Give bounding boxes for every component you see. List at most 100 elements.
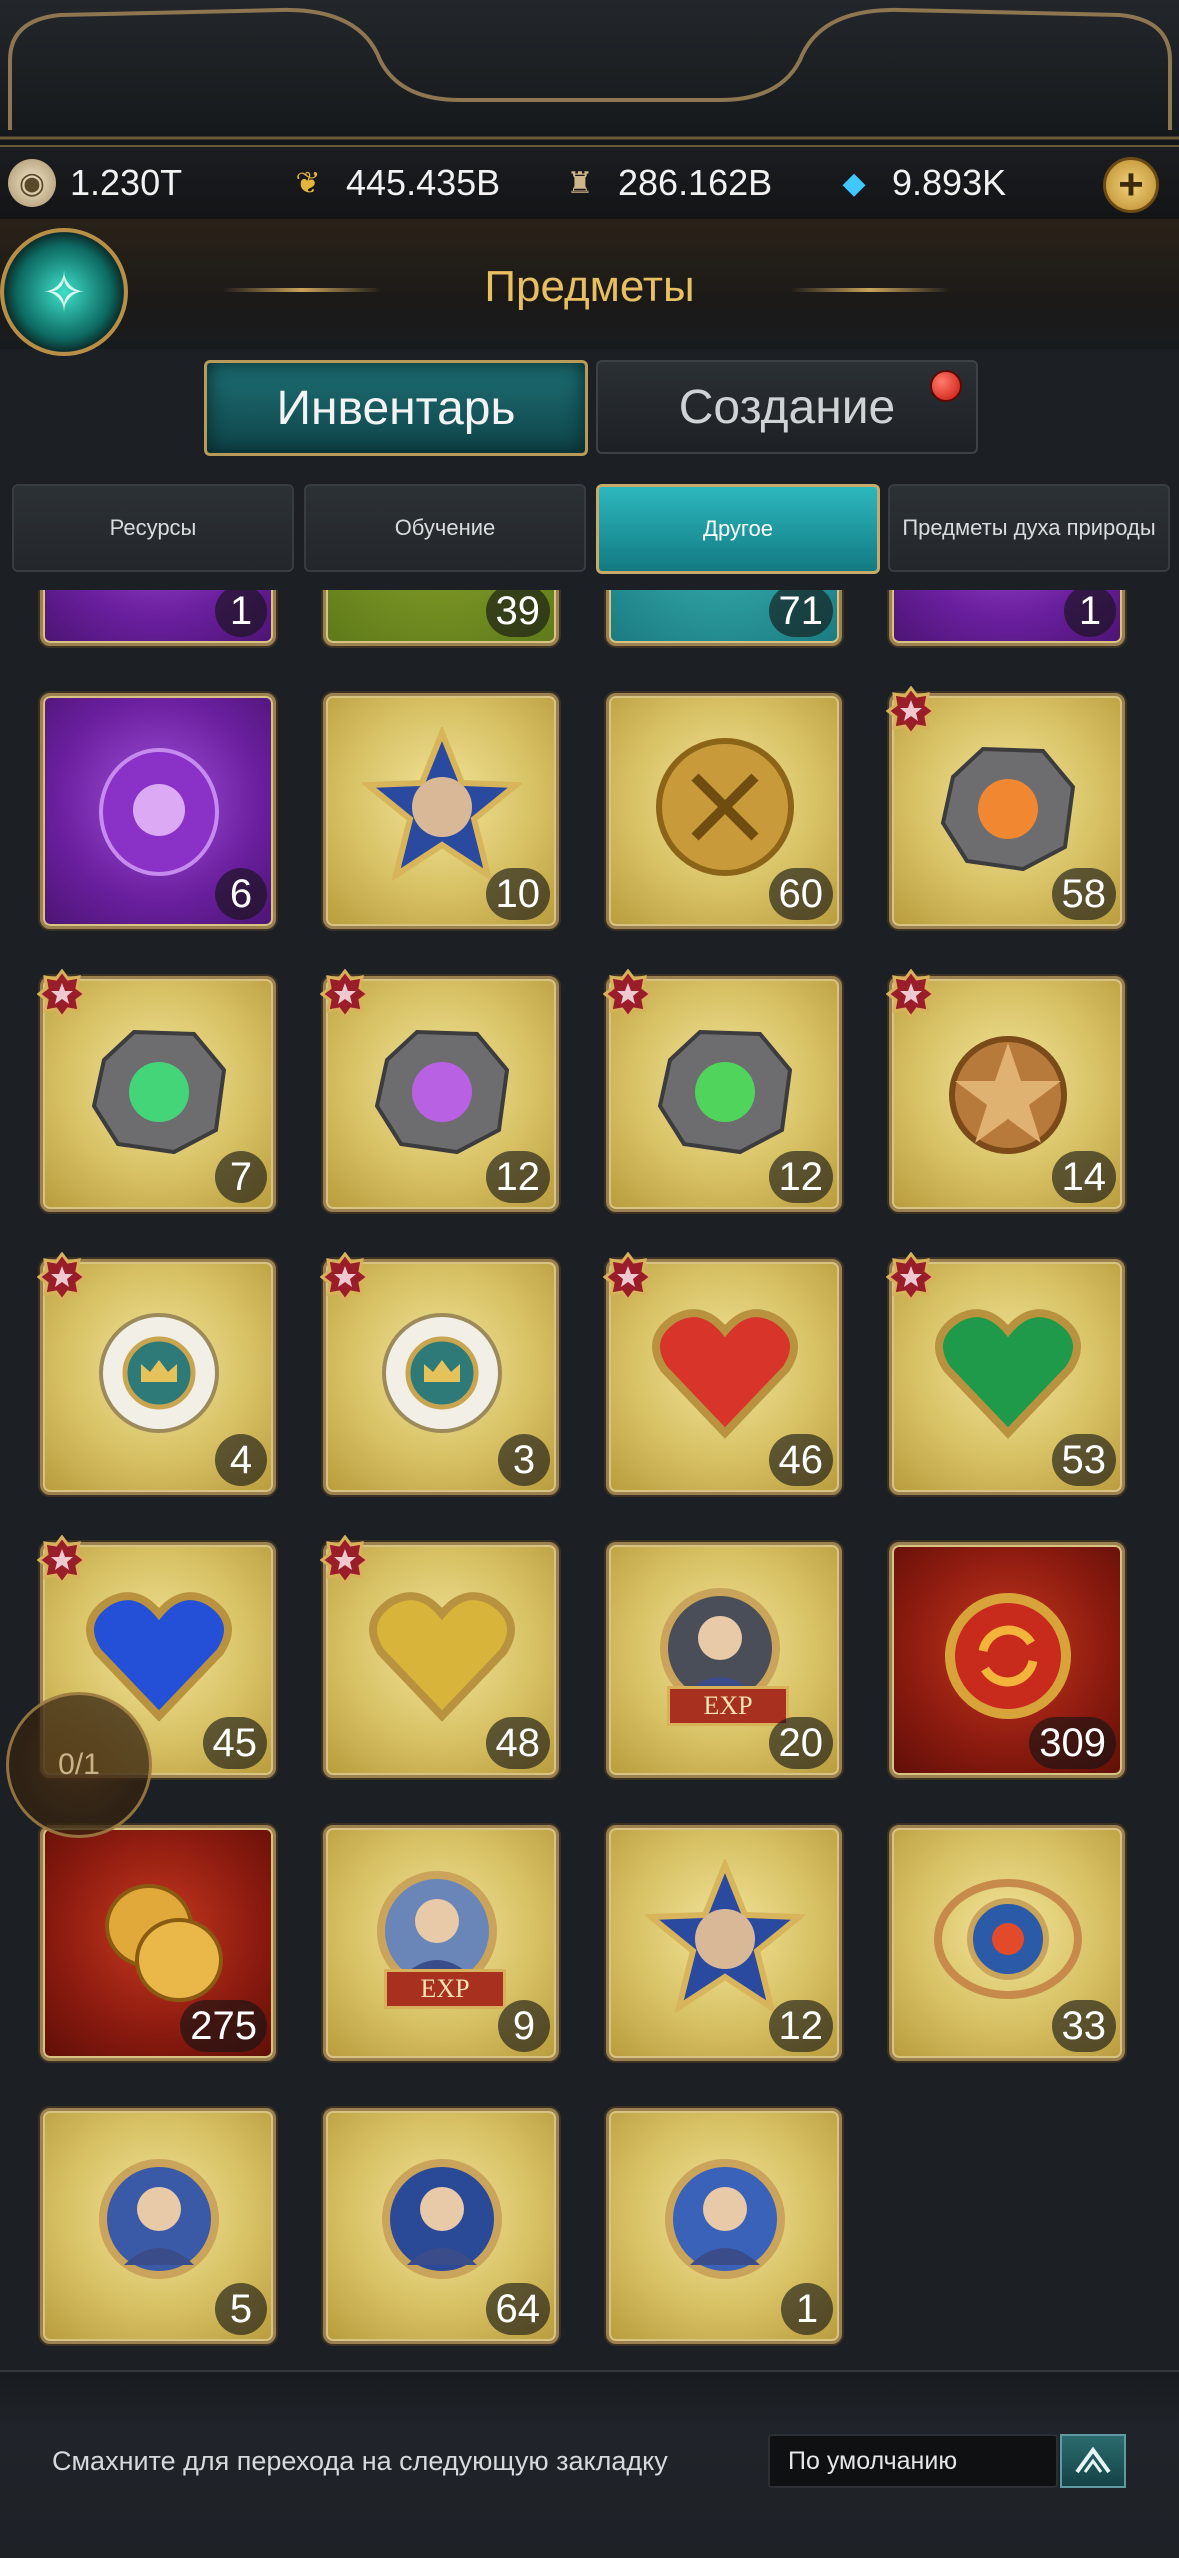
item-count: 64 xyxy=(485,2283,550,2335)
rank-star-badge-icon xyxy=(602,1251,654,1303)
subtab-other[interactable]: Другое xyxy=(596,484,880,574)
inventory-item[interactable]: 71 xyxy=(606,590,842,646)
top-ornament-frame xyxy=(0,0,1179,145)
handshake-stone-icon xyxy=(354,1005,530,1175)
tab-crafting[interactable]: Создание xyxy=(596,360,978,454)
inventory-item[interactable]: 1 xyxy=(40,590,276,646)
inventory-item[interactable]: 3 xyxy=(319,1251,559,1495)
resource-helmet[interactable]: ♜ 286.162B xyxy=(556,157,773,209)
plus-icon: + xyxy=(1118,160,1144,209)
gold-medal-coin-icon xyxy=(637,722,813,892)
inventory-item[interactable]: 275 xyxy=(40,1825,276,2061)
inventory-item[interactable]: 309 xyxy=(889,1542,1125,1778)
item-count: 1 xyxy=(1064,590,1116,637)
subtab-other-label: Другое xyxy=(703,516,773,541)
subtab-resources[interactable]: Ресурсы xyxy=(12,484,294,572)
item-count: 4 xyxy=(215,1434,267,1486)
bronze-star-badge-icon xyxy=(920,1005,1096,1175)
crown-medallion-icon xyxy=(71,1288,247,1458)
wheat-icon: ❦ xyxy=(295,166,321,200)
resource-silver-value: 1.230T xyxy=(70,162,183,203)
item-count: 1 xyxy=(215,590,267,637)
blue-orb-ring-icon xyxy=(920,1854,1096,2024)
rank-star-badge-icon xyxy=(319,1251,371,1303)
subtab-nature-spirit-label: Предметы духа природы xyxy=(902,515,1156,540)
page-indicator[interactable]: 0/1 xyxy=(6,1692,152,1838)
resource-bar: ◉ 1.230T ❦ 445.435B ♜ 286.162B ◆ 9.893K … xyxy=(0,145,1179,221)
inventory-item[interactable]: 5 xyxy=(40,2108,276,2344)
crown-medallion-broken-icon xyxy=(354,1288,530,1458)
inventory-item[interactable]: 39 xyxy=(323,590,559,646)
young-hero-ring-portrait-icon xyxy=(637,2137,813,2307)
item-count: 12 xyxy=(485,1151,550,1203)
inventory-item[interactable]: 12 xyxy=(606,1825,842,2061)
rank-star-badge-icon xyxy=(319,1534,371,1586)
inventory-item[interactable]: 6 xyxy=(40,693,276,929)
resource-silver[interactable]: ◉ 1.230T xyxy=(8,157,182,209)
gold-heart-icon xyxy=(354,1571,530,1741)
rank-star-badge-icon xyxy=(36,968,88,1020)
rank-star-badge-icon xyxy=(319,968,371,1020)
inventory-item[interactable]: 14 xyxy=(885,968,1125,1212)
resource-food[interactable]: ❦ 445.435B xyxy=(284,157,500,209)
inventory-item[interactable]: 60 xyxy=(606,693,842,929)
inventory-item[interactable]: 53 xyxy=(885,1251,1125,1495)
subtab-training[interactable]: Обучение xyxy=(304,484,586,572)
inventory-item[interactable]: 12 xyxy=(602,968,842,1212)
inventory-grid: 1 39 71 1 6 10 60 58 7 12 12 14 4 3 46 53 45 48 EXP 20 309 27… xyxy=(0,590,1179,2370)
swipe-hint: Смахните для перехода на следующую закла… xyxy=(52,2446,668,2476)
gold-coins-icon xyxy=(71,1854,247,2024)
item-count: 58 xyxy=(1051,868,1116,920)
sort-dropdown-value: По умолчанию xyxy=(788,2446,958,2475)
rank-star-badge-icon xyxy=(36,1534,88,1586)
inventory-item[interactable]: 48 xyxy=(319,1534,559,1778)
helmet-icon: ♜ xyxy=(566,166,594,200)
item-count: 6 xyxy=(215,868,267,920)
inventory-item[interactable]: 33 xyxy=(889,1825,1125,2061)
book-stone-icon xyxy=(71,1005,247,1175)
inventory-item[interactable]: EXP 9 xyxy=(323,1825,559,2061)
resource-food-value: 445.435B xyxy=(346,162,501,203)
inventory-item[interactable]: 1 xyxy=(889,590,1125,646)
diamond-icon: ◆ xyxy=(842,166,866,200)
inventory-item[interactable]: 1 xyxy=(606,2108,842,2344)
inventory-item[interactable]: 58 xyxy=(885,685,1125,929)
item-count: 9 xyxy=(498,2000,550,2052)
inventory-item[interactable]: 10 xyxy=(323,693,559,929)
item-count: 275 xyxy=(180,2000,267,2052)
sort-dropdown[interactable]: По умолчанию xyxy=(768,2434,1058,2488)
item-count: 12 xyxy=(768,1151,833,1203)
exp-label: EXP xyxy=(384,1969,506,2009)
item-count: 309 xyxy=(1029,1717,1116,1769)
inventory-item[interactable]: 12 xyxy=(319,968,559,1212)
item-count: 39 xyxy=(485,590,550,637)
resource-diamond[interactable]: ◆ 9.893K xyxy=(830,157,1006,209)
green-heart-book-icon xyxy=(920,1288,1096,1458)
item-count: 14 xyxy=(1051,1151,1116,1203)
subtab-nature-spirit[interactable]: Предметы духа природы xyxy=(888,484,1170,572)
subtab-training-label: Обучение xyxy=(394,515,496,540)
item-count: 20 xyxy=(768,1717,833,1769)
red-heart-swords-icon xyxy=(637,1288,813,1458)
old-man-ring-portrait-icon xyxy=(354,2137,530,2307)
inventory-item[interactable]: 64 xyxy=(323,2108,559,2344)
inventory-item[interactable]: 4 xyxy=(36,1251,276,1495)
main-tabs: Инвентарь Создание xyxy=(200,360,980,456)
item-count: 53 xyxy=(1051,1434,1116,1486)
exp-heroine-portrait-icon: EXP xyxy=(354,1854,530,2024)
inventory-item[interactable]: 7 xyxy=(36,968,276,1212)
item-count: 45 xyxy=(202,1717,267,1769)
purple-spirit-stone-icon xyxy=(71,722,247,892)
tab-crafting-label: Создание xyxy=(678,380,896,434)
rank-star-badge-icon xyxy=(36,1251,88,1303)
sort-toggle-button[interactable] xyxy=(1060,2434,1126,2488)
page-title: Предметы xyxy=(484,262,695,311)
silver-coins-icon: ◉ xyxy=(8,159,56,207)
chevron-up-icon xyxy=(1075,2446,1111,2474)
heart-stone-icon xyxy=(637,1005,813,1175)
add-resource-button[interactable]: + xyxy=(1103,157,1159,213)
inventory-item[interactable]: EXP 20 xyxy=(606,1542,842,1778)
item-count: 71 xyxy=(768,590,833,637)
tab-inventory[interactable]: Инвентарь xyxy=(204,360,588,456)
inventory-item[interactable]: 46 xyxy=(602,1251,842,1495)
